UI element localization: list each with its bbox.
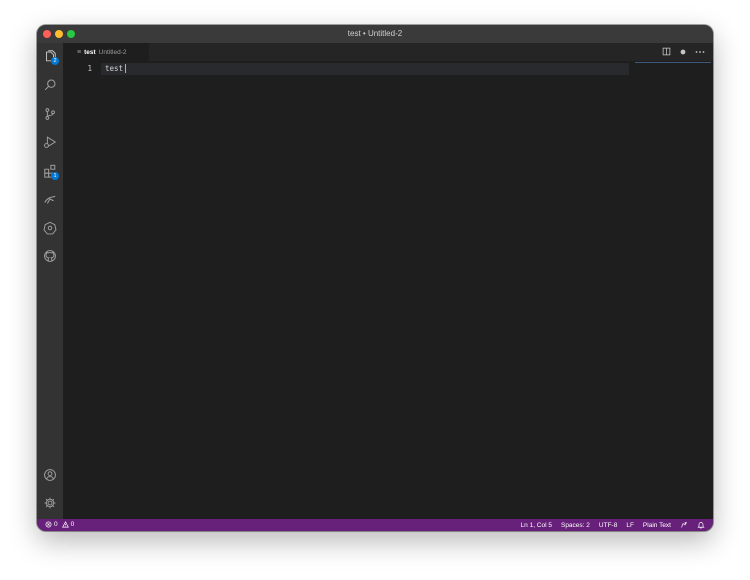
indentation-setting[interactable]: Spaces: 2	[561, 522, 590, 529]
run-debug-button[interactable]	[41, 133, 59, 151]
remote-button[interactable]	[41, 190, 59, 208]
title-bar: test • Untitled-2	[37, 25, 713, 43]
kubernetes-button[interactable]	[41, 219, 59, 237]
gear-icon	[44, 497, 56, 509]
status-right-items: Ln 1, Col 5 Spaces: 2 UTF-8 LF Plain Tex…	[521, 521, 705, 529]
line-number: 1	[87, 64, 92, 73]
window-title: test • Untitled-2	[347, 29, 403, 38]
remote-icon	[44, 195, 56, 204]
vscode-window: test • Untitled-2 2 1 ≡ test Untitled-2 …	[37, 25, 713, 531]
kubernetes-icon	[43, 221, 57, 235]
activity-bar: 2 1	[37, 43, 63, 519]
github-button[interactable]	[41, 247, 59, 265]
split-editor-icon[interactable]	[662, 47, 671, 56]
tab-label: test	[84, 48, 96, 56]
notifications-icon[interactable]	[697, 521, 705, 529]
status-bar: 0 0 Ln 1, Col 5 Spaces: 2 UTF-8 LF Plain…	[37, 519, 713, 531]
run-debug-icon	[44, 136, 57, 148]
warning-count: 0	[70, 521, 75, 528]
text-cursor	[125, 64, 126, 73]
editor-actions	[662, 47, 705, 56]
encoding-setting[interactable]: UTF-8	[599, 522, 617, 529]
status-problems[interactable]: 0 0	[45, 521, 74, 528]
error-count: 0	[54, 521, 58, 528]
current-line-highlight	[101, 63, 629, 75]
code-line[interactable]: test	[105, 64, 123, 73]
editor-area[interactable]: 1 test	[63, 61, 713, 519]
tab-untitled-2[interactable]: ≡ test Untitled-2	[63, 43, 149, 61]
minimap-viewport[interactable]	[635, 62, 711, 63]
source-control-icon	[45, 108, 55, 120]
extensions-button[interactable]: 1	[41, 162, 59, 180]
unsaved-dot-icon[interactable]	[680, 49, 686, 55]
search-icon	[44, 79, 56, 91]
accounts-button[interactable]	[41, 466, 59, 484]
tab-description: Untitled-2	[98, 48, 127, 56]
editor-tabs-bar: ≡ test Untitled-2	[63, 43, 713, 61]
explorer-badge: 2	[51, 57, 59, 65]
eol-setting[interactable]: LF	[626, 522, 634, 529]
cursor-position[interactable]: Ln 1, Col 5	[521, 522, 552, 529]
warning-icon	[61, 521, 69, 528]
more-actions-icon[interactable]	[695, 50, 705, 54]
source-control-button[interactable]	[41, 105, 59, 123]
extensions-badge: 1	[51, 172, 59, 180]
search-button[interactable]	[41, 76, 59, 94]
explorer-button[interactable]: 2	[41, 47, 59, 65]
language-mode[interactable]: Plain Text	[643, 522, 671, 529]
manage-button[interactable]	[41, 494, 59, 512]
error-icon	[45, 521, 52, 528]
account-icon	[44, 469, 56, 481]
github-icon	[44, 250, 56, 262]
feedback-icon[interactable]	[680, 521, 688, 529]
text-file-icon: ≡	[77, 48, 82, 56]
